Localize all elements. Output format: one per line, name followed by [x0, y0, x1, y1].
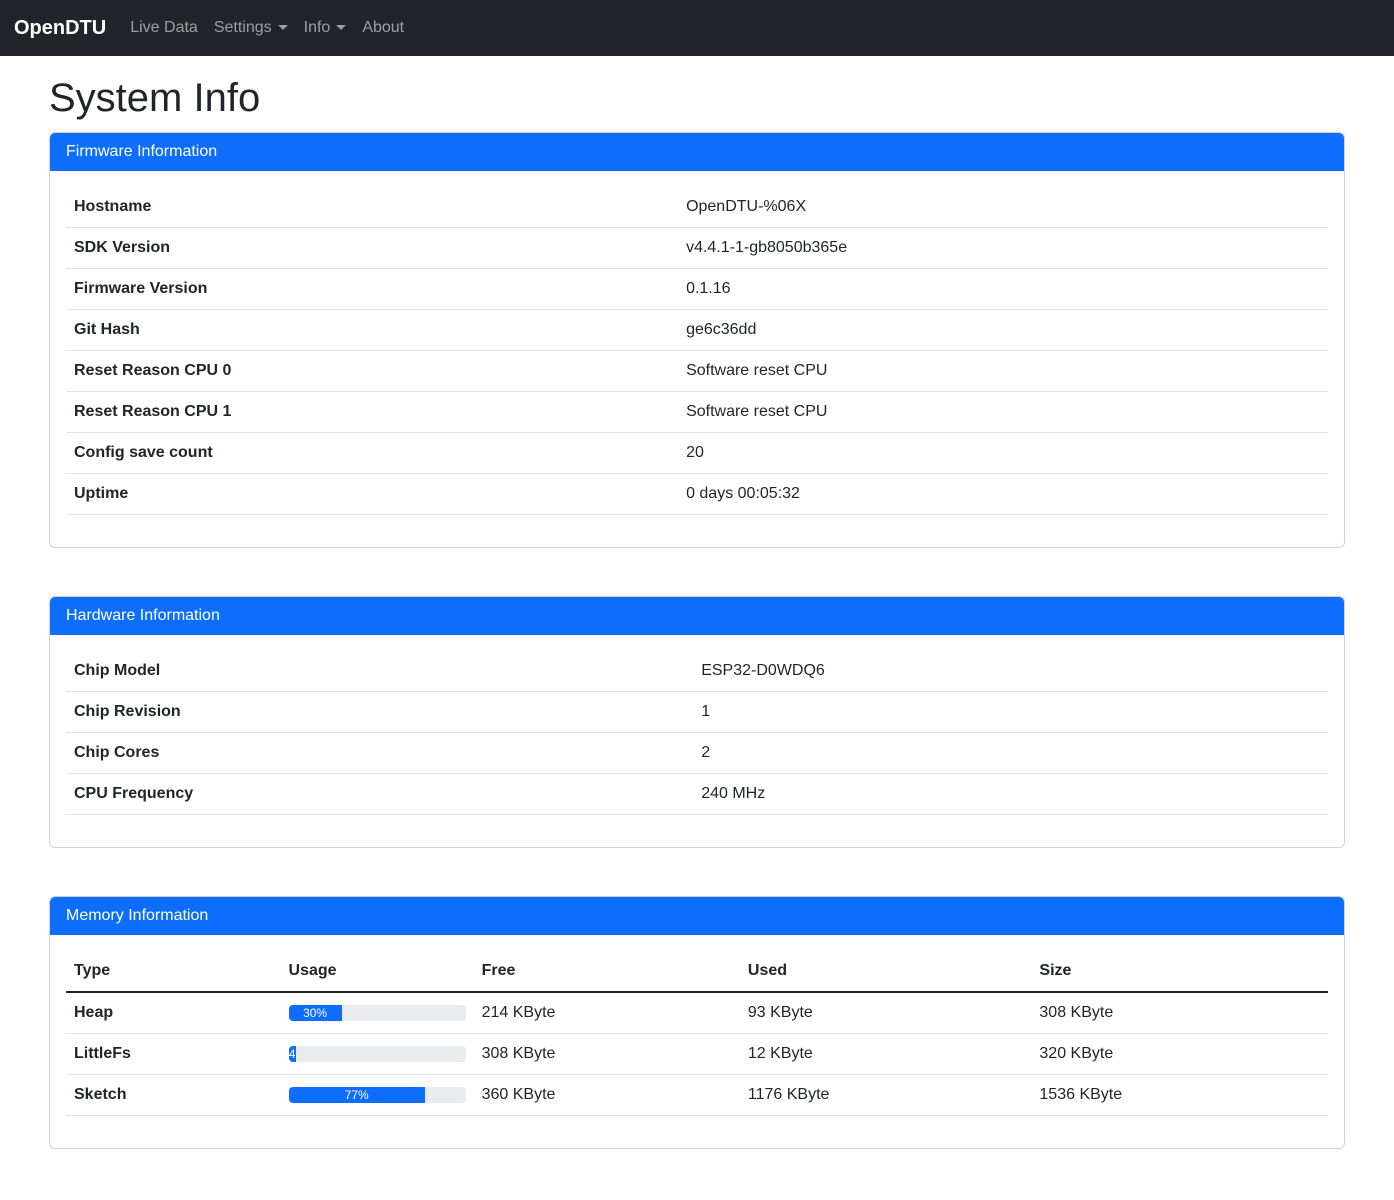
usage-progress-track: 77%: [289, 1087, 466, 1103]
nav-item-about[interactable]: About: [354, 11, 412, 45]
row-label: Chip Model: [66, 651, 693, 692]
row-label: CPU Frequency: [66, 774, 693, 815]
row-value: Software reset CPU: [678, 351, 1328, 392]
table-row: LittleFs 4 308 KByte 12 KByte 320 KByte: [66, 1034, 1328, 1075]
row-value: 1: [693, 692, 1328, 733]
row-label: Config save count: [66, 433, 678, 474]
row-label: Uptime: [66, 474, 678, 515]
row-label: Reset Reason CPU 1: [66, 392, 678, 433]
table-row: SDK Version v4.4.1-1-gb8050b365e: [66, 228, 1328, 269]
nav-item-settings-label: Settings: [214, 19, 272, 36]
memory-size: 308 KByte: [1031, 992, 1328, 1034]
column-header-type: Type: [66, 951, 281, 992]
column-header-usage: Usage: [281, 951, 474, 992]
row-label: Git Hash: [66, 310, 678, 351]
chevron-down-icon: [336, 25, 346, 30]
nav-item-info-label: Info: [304, 19, 331, 36]
page-title: System Info: [49, 74, 1345, 122]
table-row: Hostname OpenDTU-%06X: [66, 187, 1328, 228]
usage-progress-bar: 30%: [289, 1005, 342, 1021]
nav-item-settings[interactable]: Settings: [206, 11, 296, 45]
memory-used: 12 KByte: [740, 1034, 1032, 1075]
memory-size: 1536 KByte: [1031, 1075, 1328, 1116]
nav-item-live-data[interactable]: Live Data: [122, 11, 206, 45]
row-label: SDK Version: [66, 228, 678, 269]
memory-used: 1176 KByte: [740, 1075, 1032, 1116]
hardware-card-header: Hardware Information: [50, 597, 1344, 635]
hardware-information-card: Hardware Information Chip Model ESP32-D0…: [49, 596, 1345, 848]
table-row: Git Hash ge6c36dd: [66, 310, 1328, 351]
memory-type: Heap: [66, 992, 281, 1034]
memory-type: Sketch: [66, 1075, 281, 1116]
table-row: Reset Reason CPU 0 Software reset CPU: [66, 351, 1328, 392]
table-row: Firmware Version 0.1.16: [66, 269, 1328, 310]
table-row: Chip Revision 1: [66, 692, 1328, 733]
hardware-table: Chip Model ESP32-D0WDQ6 Chip Revision 1 …: [66, 651, 1328, 815]
memory-size: 320 KByte: [1031, 1034, 1328, 1075]
chevron-down-icon: [278, 25, 288, 30]
firmware-table: Hostname OpenDTU-%06X SDK Version v4.4.1…: [66, 187, 1328, 515]
navbar-nav: Live Data Settings Info About: [122, 11, 412, 45]
memory-free: 308 KByte: [474, 1034, 740, 1075]
table-row: Chip Model ESP32-D0WDQ6: [66, 651, 1328, 692]
memory-usage-cell: 4: [281, 1034, 474, 1075]
usage-progress-track: 30%: [289, 1005, 466, 1021]
memory-table: Type Usage Free Used Size Heap 30%: [66, 951, 1328, 1116]
navbar: OpenDTU Live Data Settings Info About: [0, 0, 1394, 56]
table-row: CPU Frequency 240 MHz: [66, 774, 1328, 815]
memory-information-card: Memory Information Type Usage Free Used …: [49, 896, 1345, 1149]
memory-used: 93 KByte: [740, 992, 1032, 1034]
column-header-free: Free: [474, 951, 740, 992]
row-value: 2: [693, 733, 1328, 774]
row-value: OpenDTU-%06X: [678, 187, 1328, 228]
row-value: 0 days 00:05:32: [678, 474, 1328, 515]
table-row: Config save count 20: [66, 433, 1328, 474]
row-value: ESP32-D0WDQ6: [693, 651, 1328, 692]
row-label: Reset Reason CPU 0: [66, 351, 678, 392]
main-content: System Info Firmware Information Hostnam…: [37, 74, 1357, 1149]
row-value: 0.1.16: [678, 269, 1328, 310]
firmware-card-header: Firmware Information: [50, 133, 1344, 171]
usage-progress-bar: 4: [289, 1046, 296, 1062]
row-value: 20: [678, 433, 1328, 474]
table-row: Uptime 0 days 00:05:32: [66, 474, 1328, 515]
row-value: ge6c36dd: [678, 310, 1328, 351]
memory-card-body: Type Usage Free Used Size Heap 30%: [50, 935, 1344, 1148]
row-label: Chip Cores: [66, 733, 693, 774]
row-value: v4.4.1-1-gb8050b365e: [678, 228, 1328, 269]
row-label: Chip Revision: [66, 692, 693, 733]
row-label: Hostname: [66, 187, 678, 228]
memory-table-header-row: Type Usage Free Used Size: [66, 951, 1328, 992]
row-value: Software reset CPU: [678, 392, 1328, 433]
nav-item-info[interactable]: Info: [296, 11, 355, 45]
firmware-information-card: Firmware Information Hostname OpenDTU-%0…: [49, 132, 1345, 548]
column-header-size: Size: [1031, 951, 1328, 992]
column-header-used: Used: [740, 951, 1032, 992]
memory-free: 360 KByte: [474, 1075, 740, 1116]
row-value: 240 MHz: [693, 774, 1328, 815]
memory-type: LittleFs: [66, 1034, 281, 1075]
table-row: Chip Cores 2: [66, 733, 1328, 774]
memory-usage-cell: 30%: [281, 992, 474, 1034]
memory-usage-cell: 77%: [281, 1075, 474, 1116]
usage-progress-bar: 77%: [289, 1087, 425, 1103]
firmware-card-body: Hostname OpenDTU-%06X SDK Version v4.4.1…: [50, 171, 1344, 547]
table-row: Heap 30% 214 KByte 93 KByte 308 KByte: [66, 992, 1328, 1034]
brand-link[interactable]: OpenDTU: [14, 17, 106, 40]
usage-progress-track: 4: [289, 1046, 466, 1062]
memory-card-header: Memory Information: [50, 897, 1344, 935]
row-label: Firmware Version: [66, 269, 678, 310]
table-row: Reset Reason CPU 1 Software reset CPU: [66, 392, 1328, 433]
memory-free: 214 KByte: [474, 992, 740, 1034]
table-row: Sketch 77% 360 KByte 1176 KByte 1536 KBy…: [66, 1075, 1328, 1116]
hardware-card-body: Chip Model ESP32-D0WDQ6 Chip Revision 1 …: [50, 635, 1344, 847]
